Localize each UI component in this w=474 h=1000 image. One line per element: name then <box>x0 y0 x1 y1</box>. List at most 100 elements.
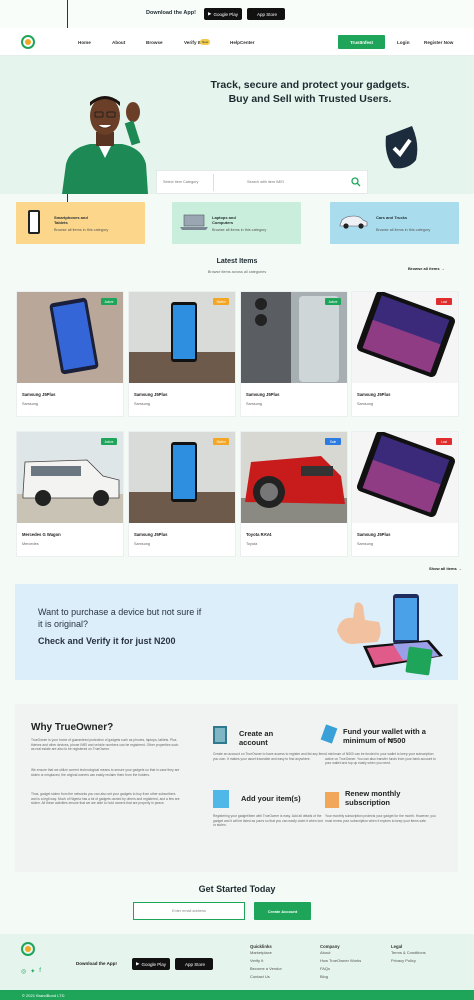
item-image <box>352 432 458 523</box>
why-title: Why TrueOwner? <box>31 722 114 733</box>
wallet-icon <box>320 724 338 744</box>
footer-link[interactable]: Verify It <box>250 957 282 965</box>
twitter-icon[interactable]: ✦ <box>30 968 35 975</box>
hero-person-image <box>60 92 150 194</box>
category-subtitle: Browse all items in this category <box>212 228 267 232</box>
download-app-label: Download the App! <box>146 10 196 16</box>
category-smartphones[interactable]: Smartphones and Tablets Browse all items… <box>16 202 145 244</box>
item-card[interactable]: Active Mercedes G Wagon Mercedes <box>16 431 124 557</box>
feature-fund-wallet-text: A minimum of N500 can be funded to your … <box>325 752 436 766</box>
phone-icon <box>28 210 40 234</box>
google-play-button[interactable]: ▶ Google Play <box>204 8 242 20</box>
create-account-button[interactable]: Create Account <box>254 902 311 920</box>
footer-link[interactable]: Blog <box>320 973 361 981</box>
item-image <box>241 432 347 523</box>
trust-cta-button[interactable]: TrustInfest <box>338 35 385 49</box>
nav-verify[interactable]: Verify It <box>184 40 201 45</box>
footer-link[interactable]: Privacy Policy <box>391 957 426 965</box>
item-name: Samsung J5Plus <box>134 392 168 397</box>
copyright-text: © 2021 BrandBond LTD <box>22 993 65 998</box>
item-image <box>17 432 123 523</box>
nav-about[interactable]: About <box>112 40 125 45</box>
item-name: Mercedes G Wagon <box>22 532 61 537</box>
hero-title: Track, secure and protect your gadgets. B… <box>210 79 410 105</box>
feature-add-items-text: Registering your gadget/item with TrueOw… <box>213 814 323 828</box>
add-item-icon <box>213 790 229 808</box>
brand-logo[interactable] <box>20 35 36 51</box>
item-image <box>352 292 458 383</box>
nav-browse[interactable]: Browse <box>146 40 163 45</box>
arrow-right-icon: → <box>457 566 462 571</box>
category-laptops[interactable]: Laptops and Computers Browse all items i… <box>172 202 301 244</box>
hero-section: Track, secure and protect your gadgets. B… <box>0 56 474 194</box>
status-badge: Stolen <box>213 298 229 305</box>
status-badge: Sale <box>325 438 341 445</box>
status-badge: Lost <box>436 298 452 305</box>
footer: ◎ ✦ f Download the App! ▶ Google Play App S… <box>0 934 474 990</box>
footer-link[interactable]: Contact Us <box>250 973 282 981</box>
feature-create-account-title: Create an account <box>239 729 274 747</box>
footer-logo[interactable] <box>20 942 36 958</box>
category-title: Smartphones and Tablets <box>54 215 88 225</box>
register-link[interactable]: Register Now <box>424 40 453 45</box>
item-card[interactable]: Stolen Samsung J5Plus Samsung <box>128 431 236 557</box>
browse-all-link[interactable]: Browse all items → <box>408 266 445 271</box>
item-card[interactable]: Lost Samsung J5Plus Samsung <box>351 291 459 417</box>
category-subtitle: Browse all items in this category <box>54 228 109 232</box>
item-image <box>129 432 235 523</box>
item-brand: Samsung <box>246 402 263 406</box>
why-paragraph-2: We ensure that we utilize current techno… <box>31 768 180 777</box>
divider <box>213 174 214 191</box>
footer-link[interactable]: Become a Vendor <box>250 965 282 973</box>
login-link[interactable]: Login <box>397 40 410 45</box>
category-title: Laptops and Computers <box>212 215 236 225</box>
top-download-bar: Download the App! ▶ Google Play App Store <box>0 0 474 28</box>
item-brand: Toyota <box>246 542 258 546</box>
item-image <box>241 292 347 383</box>
search-input[interactable]: Search with item IMEI <box>247 180 284 184</box>
status-badge: Active <box>101 438 117 445</box>
status-badge: Lost <box>436 438 452 445</box>
instagram-icon[interactable]: ◎ <box>21 968 26 975</box>
footer-link[interactable]: How TrueOwner Works <box>320 957 361 965</box>
hero-search-bar: Select Item Category Search with item IM… <box>156 170 368 194</box>
item-card[interactable]: Sale Toyota RAV4 Toyota <box>240 431 348 557</box>
phone-thumbsup-image <box>333 590 451 676</box>
item-name: Samsung J5Plus <box>22 392 56 397</box>
latest-items-subtitle: Browse items across all categories <box>207 270 267 274</box>
item-brand: Samsung <box>134 402 151 406</box>
footer-link[interactable]: FAQs <box>320 965 361 973</box>
view-more-link[interactable]: Show all items → <box>429 566 462 571</box>
footer-link[interactable]: Terms & Conditions <box>391 949 426 957</box>
footer-col-quicklinks: Quicklinks Marketplace Verify It Become … <box>250 944 282 981</box>
search-icon[interactable] <box>351 177 361 187</box>
email-input[interactable]: Enter email address <box>133 902 245 920</box>
item-card[interactable]: Active Samsung J5Plus Samsung <box>16 291 124 417</box>
item-card[interactable]: Active Samsung J5Plus Samsung <box>240 291 348 417</box>
category-cars[interactable]: Cars and Trucks Browse all items in this… <box>330 202 459 244</box>
car-icon <box>338 214 368 230</box>
nav-helpcenter[interactable]: HelpCenter <box>230 40 255 45</box>
item-brand: Samsung <box>134 542 151 546</box>
feature-add-items-title: Add your item(s) <box>241 794 301 803</box>
footer-google-play-button[interactable]: ▶ Google Play <box>132 958 170 970</box>
footer-download-label: Download the App! <box>76 961 117 966</box>
nav-home[interactable]: Home <box>78 40 91 45</box>
category-select[interactable]: Select Item Category <box>163 180 198 184</box>
item-brand: Mercedes <box>22 542 39 546</box>
verify-promo-banner: Want to purchase a device but not sure i… <box>15 584 458 680</box>
item-name: Samsung J5Plus <box>134 532 168 537</box>
app-store-button[interactable]: App Store <box>247 8 285 20</box>
footer-link[interactable]: Marketplace <box>250 949 282 957</box>
promo-cta-text: Check and Verify it for just N200 <box>38 636 176 646</box>
footer-app-store-button[interactable]: App Store <box>175 958 213 970</box>
item-image <box>129 292 235 383</box>
item-card[interactable]: Stolen Samsung J5Plus Samsung <box>128 291 236 417</box>
item-name: Toyota RAV4 <box>246 532 272 537</box>
footer-link[interactable]: About <box>320 949 361 957</box>
shield-icon <box>382 122 422 172</box>
facebook-icon[interactable]: f <box>39 968 41 975</box>
footer-col-legal: Legal Terms & Conditions Privacy Policy <box>391 944 426 965</box>
category-subtitle: Browse all items in this category <box>376 228 431 232</box>
item-card[interactable]: Lost Samsung J5Plus Samsung <box>351 431 459 557</box>
